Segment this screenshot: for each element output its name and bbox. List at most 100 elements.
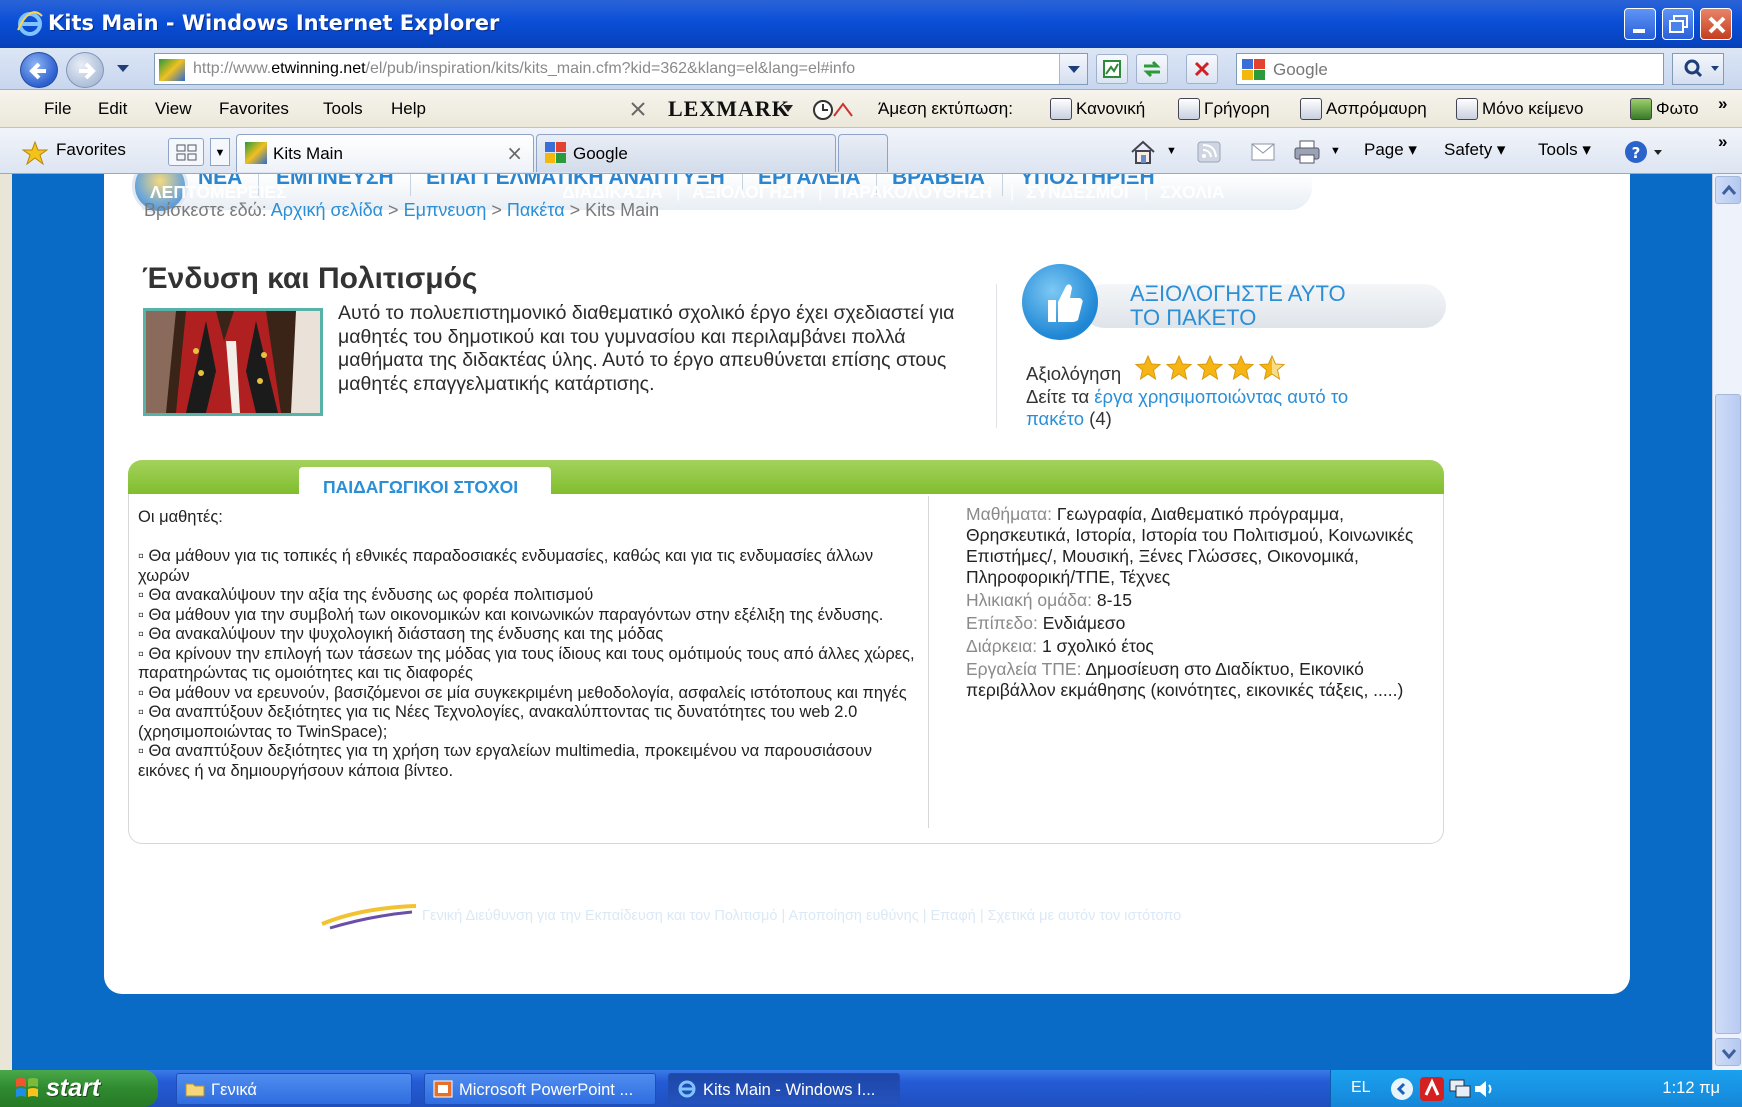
tab-google[interactable]: Google	[536, 134, 836, 172]
favorites-button[interactable]: Favorites	[56, 140, 126, 160]
network-icon[interactable]	[1447, 1076, 1473, 1102]
lexmark-logo[interactable]: LEXMARK	[668, 96, 790, 122]
window-title-bar[interactable]: Kits Main - Windows Internet Explorer	[0, 0, 1742, 48]
feeds-icon[interactable]	[1196, 140, 1222, 164]
chevron-down-icon[interactable]	[782, 104, 794, 114]
rate-kit-button[interactable]: ΑΞΙΟΛΟΓΗΣΤΕ ΑΥΤΟ ΤΟ ΠΑΚΕΤΟ	[1022, 264, 1446, 344]
breadcrumb-kits-link[interactable]: Πακέτα	[507, 200, 565, 220]
address-bar[interactable]: http://www.etwinning.net/el/pub/inspirat…	[154, 53, 1088, 85]
menu-help[interactable]: Help	[391, 99, 426, 119]
tab-label: Google	[573, 144, 628, 163]
tab-comments[interactable]: ΣΧΟΛΙΑ	[1160, 182, 1225, 203]
chevron-down-icon[interactable]: ▼	[1330, 145, 1341, 157]
goal-item: ▫ Θα μάθουν για την συμβολή των οικονομι…	[138, 606, 922, 626]
print-normal-icon	[1050, 98, 1072, 120]
breadcrumb-inspiration-link[interactable]: Εμπνευση	[404, 200, 487, 220]
menu-file[interactable]: File	[44, 99, 71, 119]
print-icon[interactable]	[1292, 138, 1322, 166]
scroll-up-button[interactable]	[1715, 176, 1741, 204]
goal-text: Θα ανακαλύψουν την ψυχολογική διάσταση τ…	[148, 625, 664, 643]
meta-value: 1 σχολικό έτος	[1041, 636, 1154, 656]
tools-menu[interactable]: Tools ▾	[1538, 140, 1591, 160]
search-button[interactable]	[1672, 53, 1724, 85]
safety-menu[interactable]: Safety ▾	[1444, 140, 1505, 160]
language-indicator[interactable]: EL	[1351, 1079, 1371, 1097]
thumbs-up-icon	[1022, 264, 1098, 340]
back-button[interactable]	[20, 52, 58, 88]
start-button[interactable]: start	[0, 1070, 158, 1107]
breadcrumb-current: Kits Main	[585, 200, 660, 220]
print-bw-button[interactable]: Ασπρόμαυρη	[1326, 99, 1427, 119]
refresh-button[interactable]	[1136, 54, 1168, 84]
print-fast-button[interactable]: Γρήγορη	[1204, 99, 1270, 119]
goal-text: Θα κρίνουν την επιλογή των τάσεων της μό…	[138, 644, 915, 683]
tab-bar: Favorites ▼ Kits Main × Google ▼ ▼ Page …	[0, 128, 1742, 174]
search-box[interactable]: Google	[1236, 53, 1664, 85]
breadcrumb-home-link[interactable]: Αρχική σελίδα	[271, 200, 383, 220]
print-text-only-button[interactable]: Μόνο κείμενο	[1482, 99, 1583, 119]
stop-button[interactable]	[1186, 54, 1218, 84]
tab-follow-up[interactable]: ΠΑΡΑΚΟΛΟΥΘΗΣΗ	[834, 182, 992, 203]
compatibility-icon	[1103, 60, 1121, 78]
url-text[interactable]: http://www.etwinning.net/el/pub/inspirat…	[193, 60, 855, 78]
forward-button[interactable]	[66, 52, 104, 88]
rate-kit-text: ΑΞΙΟΛΟΓΗΣΤΕ ΑΥΤΟ ΤΟ ΠΑΚΕΤΟ	[1130, 282, 1430, 330]
breadcrumb-prefix: Βρίσκεστε εδώ:	[144, 200, 267, 220]
menu-view[interactable]: View	[155, 99, 192, 119]
tab-list-dropdown[interactable]: ▼	[210, 138, 230, 166]
taskbar-item-folder[interactable]: Γενικά	[176, 1073, 412, 1105]
tab-process[interactable]: ΔΙΑΔΙΚΑΣΙΑ	[562, 182, 663, 203]
quick-tabs-button[interactable]	[168, 138, 204, 166]
favorites-star-icon[interactable]	[22, 140, 48, 166]
scroll-down-button[interactable]	[1715, 1038, 1741, 1066]
taskbar-item-powerpoint[interactable]: Microsoft PowerPoint ...	[424, 1073, 656, 1105]
projects-count: (4)	[1089, 408, 1112, 429]
see-projects: Δείτε τα έργα χρησιμοποιώντας αυτό το πα…	[1026, 386, 1406, 430]
taskbar-item-internet-explorer[interactable]: Kits Main - Windows I...	[668, 1073, 900, 1105]
close-tab-icon[interactable]: ×	[506, 141, 523, 165]
antivirus-icon[interactable]	[1419, 1076, 1445, 1102]
help-icon[interactable]: ?	[1622, 138, 1666, 166]
goal-text: Θα μάθουν να ερευνούν, βασιζόμενοι σε μί…	[148, 683, 907, 702]
windows-taskbar: start Γενικά Microsoft PowerPoint ... Ki…	[0, 1070, 1742, 1107]
maximize-button[interactable]	[1662, 8, 1694, 40]
home-icon[interactable]	[1128, 138, 1158, 166]
menu-favorites[interactable]: Favorites	[219, 99, 289, 119]
tray-expand-icon[interactable]	[1389, 1076, 1415, 1102]
footer-links[interactable]: Γενική Διεύθυνση για την Εκπαίδευση και …	[422, 908, 1181, 924]
print-normal-button[interactable]: Κανονική	[1076, 99, 1145, 119]
volume-icon[interactable]	[1473, 1076, 1495, 1102]
search-icon	[1684, 59, 1719, 78]
tab-details[interactable]: ΛΕΠΤΟΜΕΡΕΙΕΣ	[150, 182, 287, 203]
tab-kits-main[interactable]: Kits Main ×	[236, 134, 534, 172]
close-button[interactable]	[1700, 8, 1732, 40]
toolbar-overflow-chevron-icon[interactable]: »	[1718, 94, 1727, 114]
compatibility-view-button[interactable]	[1096, 54, 1128, 84]
tab-links[interactable]: ΣΥΝΔΕΣΜΟΙ	[1026, 182, 1129, 203]
scroll-thumb[interactable]	[1715, 394, 1741, 1034]
printer-clock-icon[interactable]	[810, 96, 854, 122]
close-toolbar-icon[interactable]	[630, 101, 646, 117]
print-photo-button[interactable]: Φωτο	[1656, 99, 1699, 119]
toolbar-overflow-chevron-icon[interactable]: »	[1718, 132, 1727, 152]
meta-key: Διάρκεια:	[966, 636, 1038, 656]
breadcrumb-separator: >	[569, 200, 581, 220]
page-menu[interactable]: Page ▾	[1364, 140, 1417, 160]
vertical-scrollbar[interactable]	[1712, 174, 1742, 1070]
chevron-down-icon[interactable]: ▼	[1166, 145, 1177, 157]
menu-edit[interactable]: Edit	[98, 99, 127, 119]
traditional-costume-image	[146, 311, 320, 413]
system-tray: EL 1:12 πμ	[1330, 1070, 1742, 1107]
goal-item: ▫ Θα μάθουν για τις τοπικές ή εθνικές πα…	[138, 547, 922, 586]
internet-explorer-icon	[17, 11, 43, 36]
address-dropdown-button[interactable]	[1059, 54, 1087, 84]
menu-tools[interactable]: Tools	[323, 99, 363, 119]
chevron-down-icon	[1068, 66, 1080, 73]
tab-evaluation[interactable]: ΑΞΙΟΛΟΓΗΣΗ	[692, 182, 805, 203]
read-mail-icon[interactable]	[1250, 142, 1276, 162]
column-divider	[996, 284, 997, 428]
new-tab-button[interactable]	[838, 134, 888, 172]
history-dropdown-icon[interactable]	[116, 64, 130, 74]
nav-inspiration[interactable]: ΕΜΠΝΕΥΣΗ	[276, 174, 394, 190]
minimize-button[interactable]	[1624, 8, 1656, 40]
